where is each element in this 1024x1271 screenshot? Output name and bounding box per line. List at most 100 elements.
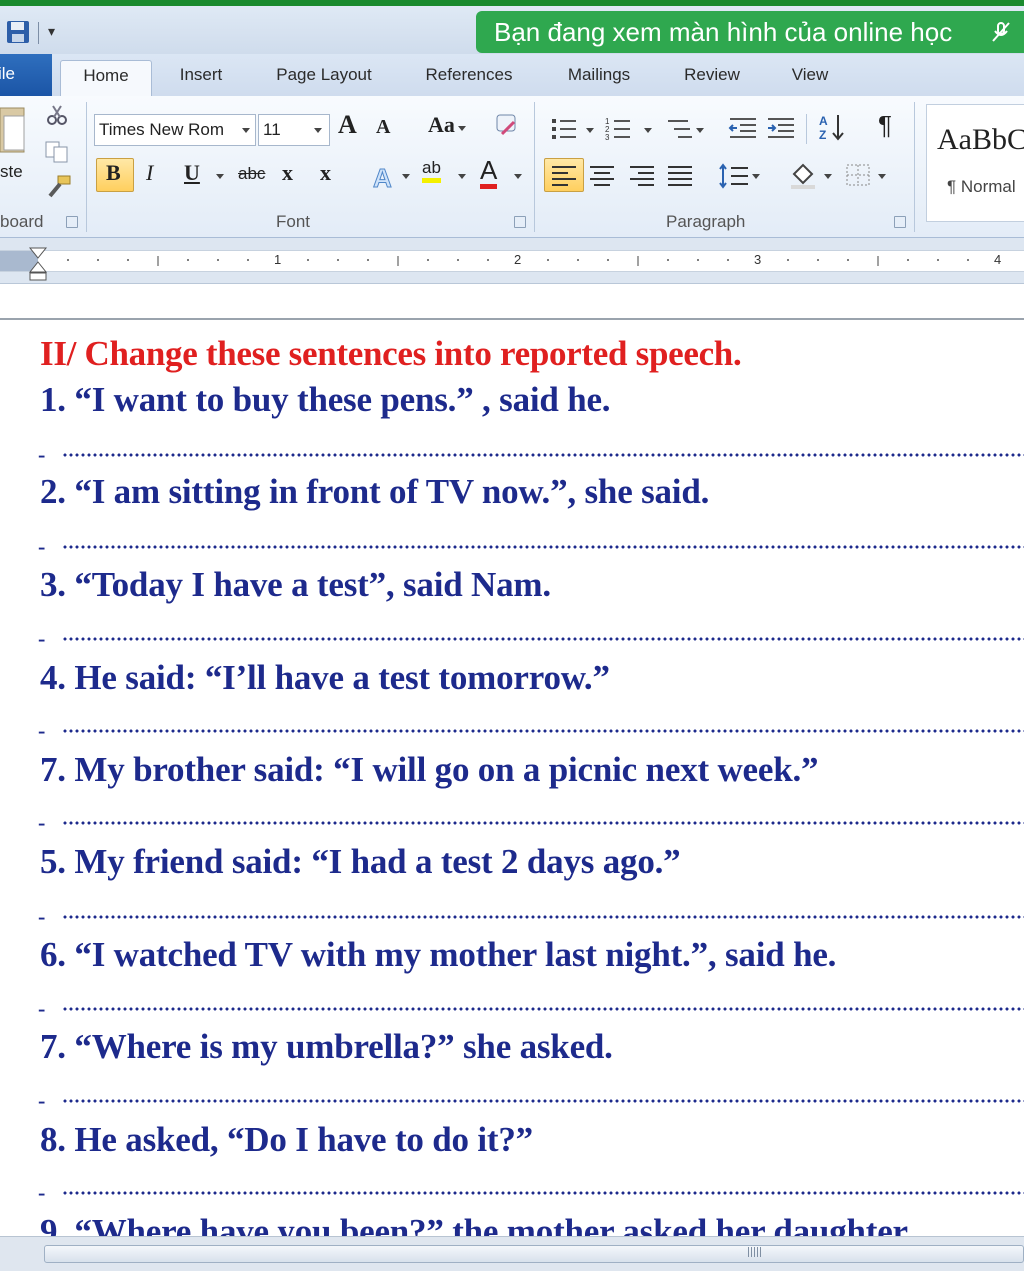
paste-label[interactable]: ste (0, 162, 23, 182)
increase-indent-icon[interactable] (766, 116, 796, 142)
answer-dash: - (38, 626, 46, 648)
save-icon[interactable] (6, 20, 30, 44)
multilevel-list-dropdown-icon[interactable] (696, 128, 704, 133)
answer-line-7[interactable]: - (38, 996, 1024, 1018)
align-left-icon[interactable] (550, 164, 578, 188)
style-normal-name: ¶ Normal (947, 177, 1016, 196)
superscript-button[interactable]: x (320, 160, 331, 186)
highlight-dropdown-icon[interactable] (458, 174, 466, 179)
answer-line-1[interactable]: - (38, 442, 1024, 464)
font-size-dropdown-icon[interactable] (314, 128, 322, 133)
answer-line-5[interactable]: - (38, 810, 1024, 832)
paragraph-dialog-launcher-icon[interactable] (894, 216, 906, 228)
mic-muted-icon[interactable] (990, 21, 1012, 43)
answer-dots (62, 453, 1024, 457)
question-4: 4. He said: “I’ll have a test tomorrow.” (40, 658, 610, 697)
clipboard-dialog-launcher-icon[interactable] (66, 216, 78, 228)
grow-font-icon[interactable]: A (338, 110, 357, 140)
document-page[interactable]: II/ Change these sentences into reported… (0, 320, 1024, 1236)
cut-icon[interactable] (46, 104, 68, 126)
tab-home[interactable]: Home (60, 60, 152, 97)
copy-icon[interactable] (44, 140, 70, 164)
ribbon-separator (806, 114, 807, 144)
strikethrough-button[interactable]: abc (238, 164, 265, 184)
question-8: 7. “Where is my umbrella?” she asked. (40, 1027, 613, 1066)
svg-text:A: A (373, 163, 392, 192)
decrease-indent-icon[interactable] (728, 116, 758, 142)
tab-file[interactable]: ile (0, 54, 52, 96)
answer-line-4[interactable]: - (38, 718, 1024, 740)
horizontal-ruler[interactable]: 1 2 3 4 (0, 238, 1024, 284)
change-case-dropdown-icon[interactable] (458, 126, 466, 131)
answer-line-3[interactable]: - (38, 626, 1024, 648)
svg-text:Z: Z (819, 128, 826, 142)
tab-references[interactable]: References (414, 62, 524, 96)
answer-line-2[interactable]: - (38, 534, 1024, 556)
font-name-dropdown-icon[interactable] (242, 128, 250, 133)
multilevel-list-icon[interactable] (662, 116, 694, 142)
answer-dash: - (38, 810, 46, 832)
bullets-dropdown-icon[interactable] (586, 128, 594, 133)
clipboard-group-label: board (0, 212, 44, 231)
sort-icon[interactable]: A Z (818, 112, 848, 142)
answer-dots (62, 915, 1024, 919)
screen-share-banner: Bạn đang xem màn hình của online học (476, 11, 1024, 53)
align-center-icon[interactable] (588, 164, 616, 188)
answer-dots (62, 1191, 1024, 1195)
tab-mailings[interactable]: Mailings (552, 62, 646, 96)
answer-dash: - (38, 534, 46, 556)
tab-insert[interactable]: Insert (166, 62, 236, 96)
styles-gallery[interactable]: AaBbC ¶ Normal (926, 104, 1024, 222)
answer-line-6[interactable]: - (38, 904, 1024, 926)
question-9: 8. He asked, “Do I have to do it?” (40, 1120, 533, 1159)
bold-button[interactable]: B (106, 160, 121, 186)
align-right-icon[interactable] (628, 164, 656, 188)
italic-button[interactable]: I (146, 160, 153, 186)
quick-access-customize-icon[interactable]: ▾ (48, 24, 55, 40)
question-6: 5. My friend said: “I had a test 2 days … (40, 842, 681, 881)
font-color-dropdown-icon[interactable] (514, 174, 522, 179)
font-name-select[interactable]: Times New Rom (94, 114, 256, 146)
numbering-icon[interactable]: 123 (604, 116, 634, 142)
answer-dash: - (38, 718, 46, 740)
paste-icon[interactable] (0, 104, 28, 154)
line-spacing-dropdown-icon[interactable] (752, 174, 760, 179)
justify-icon[interactable] (666, 164, 694, 188)
borders-dropdown-icon[interactable] (878, 174, 886, 179)
answer-line-9[interactable]: - (38, 1180, 1024, 1202)
horizontal-scrollbar[interactable] (0, 1236, 1024, 1271)
highlight-button[interactable]: ab (422, 158, 441, 183)
clear-formatting-icon[interactable] (494, 112, 522, 140)
underline-button[interactable]: U (184, 160, 200, 186)
svg-text:A: A (819, 114, 828, 128)
shrink-font-icon[interactable]: A (376, 116, 390, 139)
line-spacing-icon[interactable] (718, 162, 752, 190)
shading-dropdown-icon[interactable] (824, 174, 832, 179)
numbering-dropdown-icon[interactable] (644, 128, 652, 133)
answer-dash: - (38, 1180, 46, 1202)
subscript-button[interactable]: x (282, 160, 293, 186)
font-size-value: 11 (263, 120, 281, 139)
underline-dropdown-icon[interactable] (216, 174, 224, 179)
format-painter-icon[interactable] (44, 174, 72, 200)
tab-view[interactable]: View (780, 62, 840, 96)
answer-line-8[interactable]: - (38, 1088, 1024, 1110)
page-gap (0, 284, 1024, 318)
scrollbar-grip-icon[interactable] (748, 1247, 762, 1257)
quick-access-separator (38, 22, 39, 44)
answer-dots (62, 821, 1024, 825)
font-dialog-launcher-icon[interactable] (514, 216, 526, 228)
ribbon-separator (914, 102, 915, 232)
question-2: 2. “I am sitting in front of TV now.”, s… (40, 472, 710, 511)
show-formatting-marks-button[interactable]: ¶ (878, 110, 892, 141)
tab-review[interactable]: Review (672, 62, 752, 96)
borders-icon[interactable] (844, 162, 872, 188)
shading-icon[interactable] (788, 160, 818, 190)
text-effects-icon[interactable]: A (370, 162, 400, 193)
change-case-icon[interactable]: Aa (428, 112, 455, 138)
text-effects-dropdown-icon[interactable] (402, 174, 410, 179)
bullets-icon[interactable] (550, 116, 580, 142)
font-color-button[interactable]: A (480, 156, 498, 189)
tab-page-layout[interactable]: Page Layout (262, 62, 386, 96)
scrollbar-thumb[interactable] (44, 1245, 1024, 1263)
